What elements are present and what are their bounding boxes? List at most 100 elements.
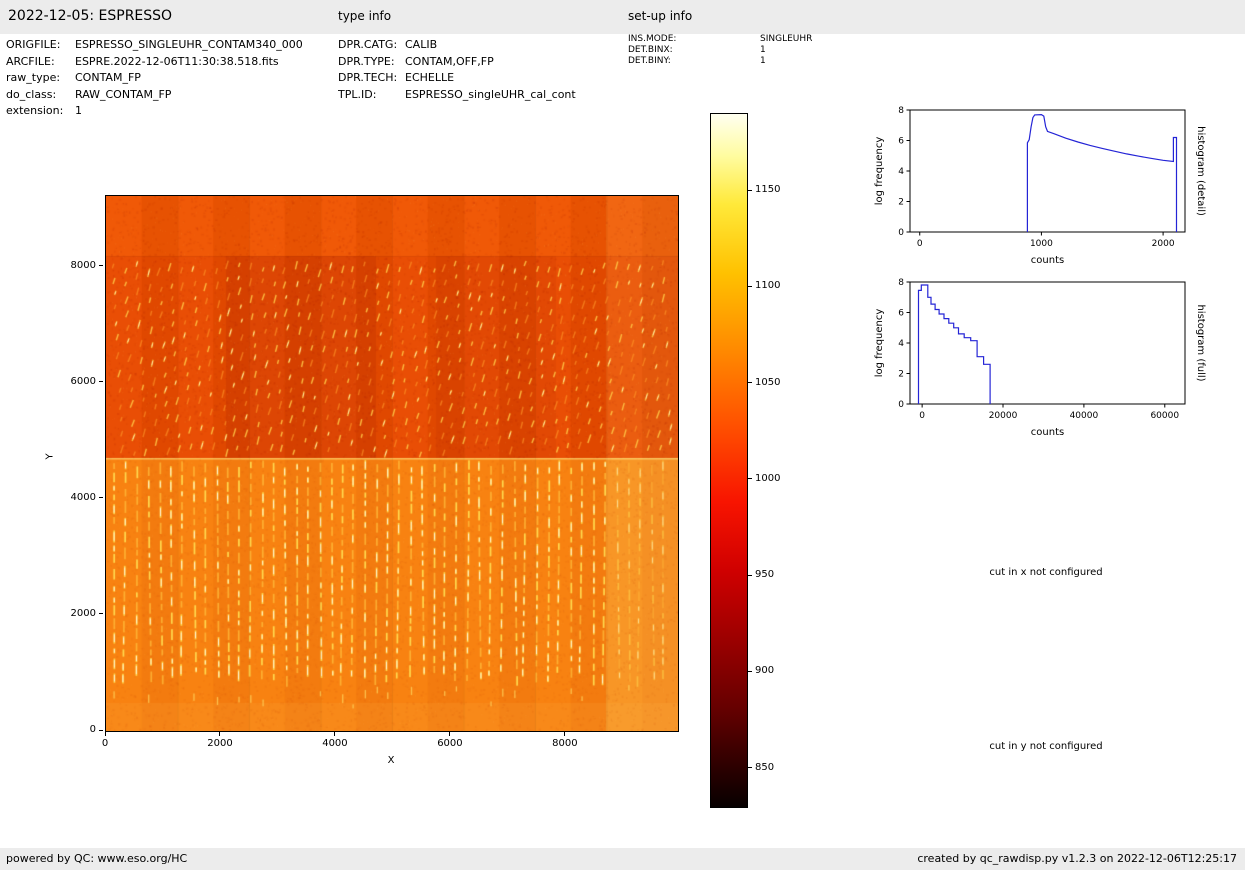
detector-plot-frame xyxy=(105,195,679,732)
tick-label: 4000 xyxy=(70,491,96,503)
tick-label: 1100 xyxy=(755,280,781,292)
meta-label: DPR.CATG: xyxy=(338,38,398,51)
tick-label: 8000 xyxy=(70,259,96,271)
x-axis-label: counts xyxy=(1031,427,1064,438)
detector-image xyxy=(106,196,678,731)
y-tick-label: 2 xyxy=(898,370,904,380)
x-tick-label: 0 xyxy=(917,239,923,249)
cut-y-note: cut in y not configured xyxy=(989,741,1103,752)
y-axis-label: log frequency xyxy=(874,137,885,206)
tick-mark xyxy=(748,670,752,672)
y-axis-label: log frequency xyxy=(874,309,885,378)
tick-mark xyxy=(99,497,103,499)
tick-label: 0 xyxy=(89,724,96,735)
meta-label: ORIGFILE: xyxy=(6,38,61,51)
tick-label: 6000 xyxy=(437,738,463,749)
meta-value: 1 xyxy=(760,44,766,55)
tick-label: 2000 xyxy=(70,607,96,619)
tick-label: 900 xyxy=(755,665,775,677)
footer-left-text: powered by QC: www.eso.org/HC xyxy=(6,852,188,865)
x-axis-label: X xyxy=(387,755,395,766)
y-tick-label: 4 xyxy=(898,339,904,349)
type-info-block: DPR.CATG: CALIB DPR.TYPE: CONTAM,OFF,FP … xyxy=(338,37,626,103)
meta-row-detbiny: DET.BINY: 1 xyxy=(628,56,812,67)
meta-label: extension: xyxy=(6,104,64,118)
x-tick-label: 40000 xyxy=(1070,411,1099,421)
y-tick-label: 4 xyxy=(898,167,904,177)
tick-mark xyxy=(99,729,103,731)
cut-x-note: cut in x not configured xyxy=(989,567,1103,578)
y-tick-label: 8 xyxy=(898,278,904,288)
tick-mark xyxy=(99,265,103,267)
meta-label: DPR.TECH: xyxy=(338,71,398,85)
tick-label: 1000 xyxy=(755,472,781,484)
meta-label: ARCFILE: xyxy=(6,54,55,68)
meta-value: ESPRESSO_singleUHR_cal_cont xyxy=(405,87,576,101)
meta-row-origfile: ORIGFILE: ESPRESSO_SINGLEUHR_CONTAM340_0… xyxy=(6,37,336,54)
y-tick-label: 8 xyxy=(898,106,904,116)
y-tick-label: 6 xyxy=(898,309,904,319)
meta-label: DET.BINX: xyxy=(628,44,673,55)
tick-label: 1050 xyxy=(755,376,781,388)
tick-mark xyxy=(564,732,566,736)
tick-mark xyxy=(219,732,221,736)
tick-mark xyxy=(748,574,752,576)
meta-value: ECHELLE xyxy=(405,71,455,85)
histogram-side-label: histogram (detail) xyxy=(1195,126,1206,216)
y-tick-label: 0 xyxy=(898,228,904,238)
meta-label: TPL.ID: xyxy=(338,87,377,101)
x-tick-label: 60000 xyxy=(1150,411,1179,421)
tick-label: 0 xyxy=(101,738,109,749)
meta-row-detbinx: DET.BINX: 1 xyxy=(628,45,812,56)
meta-row-tplid: TPL.ID: ESPRESSO_singleUHR_cal_cont xyxy=(338,87,626,104)
x-axis-label: counts xyxy=(1031,255,1064,266)
tick-label: 4000 xyxy=(322,738,348,749)
setup-info-block: INS.MODE: SINGLEUHR DET.BINX: 1 DET.BINY… xyxy=(628,34,812,66)
tick-label: 6000 xyxy=(70,375,96,387)
tick-mark xyxy=(748,382,752,383)
meta-value: RAW_CONTAM_FP xyxy=(75,87,172,101)
tick-mark xyxy=(99,613,103,615)
meta-value: SINGLEUHR xyxy=(760,34,813,44)
setup-info-heading: set-up info xyxy=(628,9,693,23)
meta-value: CALIB xyxy=(405,38,438,51)
qc-rawdisp-report: 2022-12-05: ESPRESSO type info set-up in… xyxy=(0,0,1245,870)
tick-mark xyxy=(104,732,106,736)
x-tick-label: 2000 xyxy=(1152,239,1175,249)
meta-label: INS.MODE: xyxy=(628,34,677,44)
header-bar: 2022-12-05: ESPRESSO type info set-up in… xyxy=(0,0,1245,34)
tick-mark xyxy=(99,381,103,383)
plot-box xyxy=(909,281,1186,405)
meta-value: 1 xyxy=(75,104,82,118)
histogram-full-chart: 0 20000 40000 60000 0 2 4 6 8 counts log frequency… xyxy=(874,278,1206,438)
meta-row-doclass: do_class: RAW_CONTAM_FP xyxy=(6,87,336,104)
meta-row-dprcatg: DPR.CATG: CALIB xyxy=(338,37,626,54)
meta-value: 1 xyxy=(760,55,766,66)
meta-value: CONTAM_FP xyxy=(75,71,141,85)
tick-label: 950 xyxy=(755,569,775,580)
meta-row-dprtech: DPR.TECH: ECHELLE xyxy=(338,70,626,87)
y-tick-label: 2 xyxy=(898,198,904,208)
tick-mark xyxy=(334,732,336,736)
meta-row-dprtype: DPR.TYPE: CONTAM,OFF,FP xyxy=(338,54,626,71)
tick-mark xyxy=(748,767,752,768)
tick-mark xyxy=(748,478,752,480)
x-tick-label: 1000 xyxy=(1030,239,1053,249)
y-tick-label: 6 xyxy=(898,137,904,147)
footer-right-text: created by qc_rawdisp.py v1.2.3 on 2022-… xyxy=(917,852,1237,865)
tick-mark xyxy=(449,732,451,736)
meta-value: CONTAM,OFF,FP xyxy=(405,54,494,68)
x-tick-label: 20000 xyxy=(989,411,1018,421)
meta-row-rawtype: raw_type: CONTAM_FP xyxy=(6,70,336,87)
page-title: 2022-12-05: ESPRESSO xyxy=(8,8,173,24)
type-info-heading: type info xyxy=(338,9,392,23)
histogram-detail-chart: 0 1000 2000 0 2 4 6 8 counts log frequency histogr… xyxy=(874,106,1206,266)
meta-row-insmode: INS.MODE: SINGLEUHR xyxy=(628,34,812,45)
tick-label: 2000 xyxy=(207,738,233,749)
plot-box xyxy=(909,109,1186,233)
tick-label: 850 xyxy=(755,761,775,773)
meta-row-extension: extension: 1 xyxy=(6,103,336,120)
y-axis-label: Y xyxy=(44,453,56,460)
tick-label: 8000 xyxy=(552,738,578,749)
meta-value: ESPRESSO_SINGLEUHR_CONTAM340_000 xyxy=(75,38,303,51)
